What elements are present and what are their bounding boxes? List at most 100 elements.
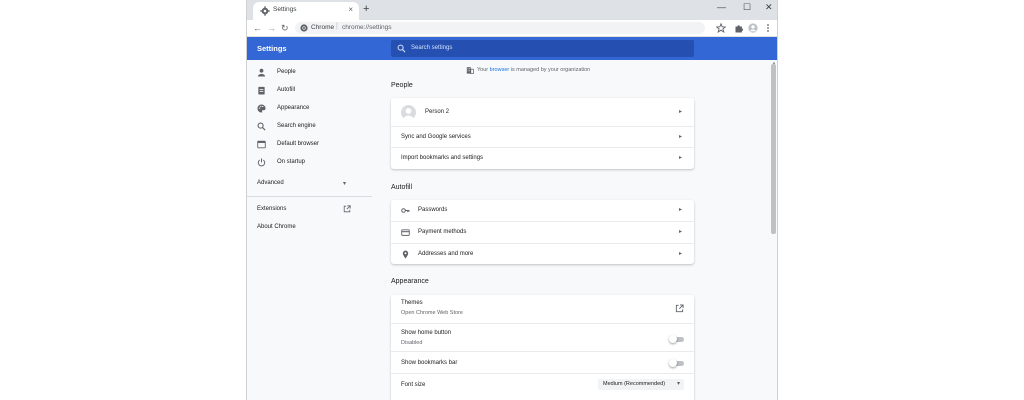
clipboard-icon xyxy=(258,86,265,95)
minimize-button[interactable]: — xyxy=(717,2,726,12)
sidebar-item-label: Autofill xyxy=(277,87,296,93)
person-row[interactable]: Person 2 ▸ xyxy=(391,98,694,126)
font-size-row: Font size Medium (Recommended) ▾ xyxy=(391,373,694,395)
sidebar-item-label: Search engine xyxy=(277,123,316,129)
bookmarks-bar-toggle[interactable] xyxy=(669,359,684,367)
arrow-right-icon: ▸ xyxy=(678,207,682,213)
passwords-row[interactable]: Passwords ▸ xyxy=(391,200,694,221)
payment-label: Payment methods xyxy=(418,229,467,235)
search-icon xyxy=(257,122,266,131)
import-row[interactable]: Import bookmarks and settings ▸ xyxy=(391,147,694,169)
search-icon xyxy=(397,44,406,53)
browser-icon xyxy=(257,140,266,149)
sidebar: People Autofill Appearance Search engine… xyxy=(247,60,372,400)
page-title: Settings xyxy=(257,44,287,53)
sidebar-divider xyxy=(247,196,372,197)
external-link-icon xyxy=(343,205,351,213)
tab-close-button[interactable]: × xyxy=(348,5,353,14)
close-window-button[interactable]: ✕ xyxy=(765,2,773,13)
bookmarks-bar-label: Show bookmarks bar xyxy=(401,360,458,366)
tab-strip: Settings × + — ☐ ✕ xyxy=(247,0,777,20)
sidebar-item-search-engine[interactable]: Search engine xyxy=(257,120,367,134)
sidebar-item-default-browser[interactable]: Default browser xyxy=(257,138,367,152)
address-separator: | xyxy=(336,23,338,30)
sidebar-item-people[interactable]: People xyxy=(257,66,367,80)
home-button-label: Show home button xyxy=(401,330,452,336)
chrome-icon xyxy=(300,24,308,32)
settings-header: Settings Search settings xyxy=(247,37,777,60)
font-size-label: Font size xyxy=(401,382,426,388)
arrow-right-icon: ▸ xyxy=(678,229,682,235)
address-bar[interactable]: Chrome | chrome://settings xyxy=(295,22,705,34)
palette-icon xyxy=(257,104,266,113)
key-icon xyxy=(401,208,410,213)
themes-row[interactable]: Themes Open Chrome Web Store xyxy=(391,295,694,323)
sidebar-item-label: People xyxy=(277,69,296,75)
extensions-puzzle-icon[interactable] xyxy=(734,23,744,33)
section-title-people: People xyxy=(391,82,413,89)
forward-button[interactable]: → xyxy=(267,22,276,34)
chevron-down-icon: ▾ xyxy=(676,381,680,387)
maximize-button[interactable]: ☐ xyxy=(743,2,751,13)
bookmark-star-icon[interactable] xyxy=(716,23,726,33)
import-label: Import bookmarks and settings xyxy=(401,155,484,161)
passwords-label: Passwords xyxy=(418,207,448,213)
browser-toolbar: ← → ↻ Chrome | chrome://settings xyxy=(247,20,777,37)
section-title-appearance: Appearance xyxy=(391,278,429,285)
sidebar-item-label: Default browser xyxy=(277,141,320,147)
gear-icon xyxy=(260,6,270,16)
autofill-card: Passwords ▸ Payment methods ▸ Addresses … xyxy=(391,200,694,264)
arrow-right-icon: ▸ xyxy=(678,155,682,161)
person-icon xyxy=(257,68,266,77)
managed-notice: Your browser is managed by your organiza… xyxy=(466,67,591,74)
reload-button[interactable]: ↻ xyxy=(281,22,289,34)
sidebar-item-autofill[interactable]: Autofill xyxy=(257,84,367,98)
search-input[interactable]: Search settings xyxy=(391,40,694,57)
people-card: Person 2 ▸ Sync and Google services ▸ Im… xyxy=(391,98,694,169)
person-avatar-icon xyxy=(403,108,414,120)
browser-window: Settings × + — ☐ ✕ ← → ↻ Chrome | chrome… xyxy=(246,0,778,400)
payment-row[interactable]: Payment methods ▸ xyxy=(391,221,694,243)
addresses-row[interactable]: Addresses and more ▸ xyxy=(391,243,694,264)
tab-settings[interactable]: Settings × xyxy=(253,2,359,20)
arrow-right-icon: ▸ xyxy=(678,134,682,140)
themes-label: Themes xyxy=(401,300,423,306)
new-tab-button[interactable]: + xyxy=(363,3,369,15)
appearance-card: Themes Open Chrome Web Store Show home b… xyxy=(391,295,694,400)
sync-label: Sync and Google services xyxy=(401,134,471,140)
address-url: chrome://settings xyxy=(342,24,392,31)
back-button[interactable]: ← xyxy=(253,22,262,34)
sidebar-item-on-startup[interactable]: On startup xyxy=(257,156,367,170)
search-placeholder: Search settings xyxy=(411,45,453,51)
chevron-down-icon: ▾ xyxy=(343,181,347,187)
home-button-sublabel: Disabled xyxy=(401,340,423,346)
home-button-toggle[interactable] xyxy=(669,335,684,343)
sidebar-item-appearance[interactable]: Appearance xyxy=(257,102,367,116)
themes-sublabel: Open Chrome Web Store xyxy=(401,310,463,316)
power-icon xyxy=(257,158,266,167)
sync-row[interactable]: Sync and Google services ▸ xyxy=(391,126,694,147)
bookmarks-bar-row: Show bookmarks bar xyxy=(391,351,694,373)
arrow-right-icon: ▸ xyxy=(678,109,682,115)
menu-kebab-icon[interactable] xyxy=(763,23,773,33)
avatar xyxy=(401,105,416,120)
address-origin: Chrome xyxy=(311,24,335,31)
sidebar-item-label: On startup xyxy=(277,159,306,165)
sidebar-item-extensions[interactable]: Extensions xyxy=(257,203,367,217)
advanced-label: Advanced xyxy=(257,180,284,186)
sidebar-item-about-chrome[interactable]: About Chrome xyxy=(257,221,367,235)
credit-card-icon xyxy=(401,229,410,236)
sidebar-advanced-toggle[interactable]: Advanced ▾ xyxy=(257,177,367,191)
about-label: About Chrome xyxy=(257,224,296,230)
external-link-icon[interactable] xyxy=(675,304,684,313)
managed-browser-link[interactable]: browser xyxy=(490,67,510,73)
managed-suffix: is managed by your organization xyxy=(509,67,591,73)
tab-title: Settings xyxy=(273,6,297,13)
font-size-select[interactable]: Medium (Recommended) ▾ xyxy=(598,379,684,390)
profile-avatar-icon[interactable] xyxy=(748,23,758,33)
location-pin-icon xyxy=(402,250,409,259)
arrow-right-icon: ▸ xyxy=(678,251,682,257)
scrollbar-thumb[interactable] xyxy=(771,64,776,234)
home-button-row: Show home button Disabled xyxy=(391,323,694,351)
extensions-label: Extensions xyxy=(257,206,287,212)
